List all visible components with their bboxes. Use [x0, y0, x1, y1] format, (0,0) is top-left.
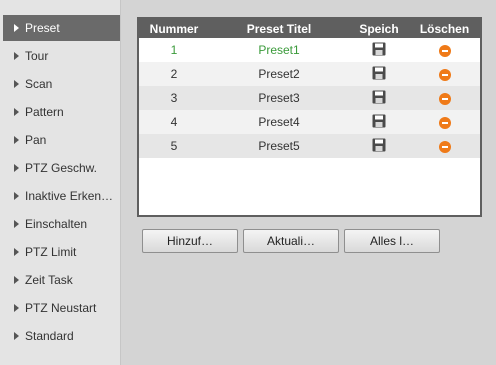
sidebar-item-idle-motion[interactable]: Inaktive Erken…	[0, 182, 120, 210]
sidebar-item-label: Pattern	[25, 105, 64, 119]
chevron-right-icon	[14, 108, 19, 116]
column-header-save: Speich	[359, 21, 399, 36]
chevron-right-icon	[14, 192, 19, 200]
floppy-disk-icon[interactable]	[372, 42, 386, 59]
chevron-right-icon	[14, 248, 19, 256]
preset-number: 3	[139, 86, 209, 110]
floppy-disk-icon[interactable]	[372, 114, 386, 131]
preset-title: Preset3	[209, 86, 349, 110]
chevron-right-icon	[14, 304, 19, 312]
minus-circle-icon[interactable]	[438, 116, 451, 129]
delete-all-button[interactable]: Alles l…	[344, 229, 440, 253]
sidebar-item-pan[interactable]: Pan	[0, 126, 120, 154]
chevron-right-icon	[14, 220, 19, 228]
preset-number: 5	[139, 134, 209, 158]
preset-number: 2	[139, 62, 209, 86]
sidebar-item-label: Tour	[25, 49, 49, 63]
sidebar-item-label: PTZ Neustart	[25, 301, 97, 315]
chevron-right-icon	[14, 52, 19, 60]
preset-number: 4	[139, 110, 209, 134]
minus-circle-icon[interactable]	[438, 68, 451, 81]
table-header-row: Nummer Preset Titel Speich Löschen	[139, 19, 480, 38]
sidebar-item-label: Einschalten	[25, 217, 88, 231]
floppy-disk-icon[interactable]	[372, 66, 386, 83]
sidebar-item-label: Scan	[25, 77, 53, 91]
chevron-right-icon	[14, 80, 19, 88]
column-header-number: Nummer	[149, 21, 199, 36]
chevron-right-icon	[14, 136, 19, 144]
sidebar-item-label: Pan	[25, 133, 47, 147]
sidebar-item-scan[interactable]: Scan	[0, 70, 120, 98]
preset-table: Nummer Preset Titel Speich Löschen 1 Pre…	[139, 19, 480, 158]
sidebar-item-label: PTZ Geschw.	[25, 161, 98, 175]
add-button[interactable]: Hinzuf…	[142, 229, 238, 253]
sidebar: Preset Tour Scan Pattern Pan PTZ Geschw.…	[0, 0, 121, 365]
sidebar-item-time-task[interactable]: Zeit Task	[0, 266, 120, 294]
sidebar-item-preset[interactable]: Preset	[3, 15, 120, 41]
column-header-delete: Löschen	[419, 21, 470, 36]
preset-number: 1	[139, 38, 209, 62]
sidebar-item-label: Standard	[25, 329, 74, 343]
table-row[interactable]: 4 Preset4	[139, 110, 480, 134]
minus-circle-icon[interactable]	[438, 92, 451, 105]
table-row[interactable]: 3 Preset3	[139, 86, 480, 110]
sidebar-menu: Preset Tour Scan Pattern Pan PTZ Geschw.…	[0, 15, 120, 350]
preset-title: Preset2	[209, 62, 349, 86]
preset-title: Preset5	[209, 134, 349, 158]
floppy-disk-icon[interactable]	[372, 90, 386, 107]
table-row[interactable]: 1 Preset1	[139, 38, 480, 62]
sidebar-item-label: PTZ Limit	[25, 245, 77, 259]
minus-circle-icon[interactable]	[438, 44, 451, 57]
chevron-right-icon	[14, 164, 19, 172]
chevron-right-icon	[14, 332, 19, 340]
chevron-right-icon	[14, 276, 19, 284]
refresh-button[interactable]: Aktuali…	[243, 229, 339, 253]
sidebar-item-label: Preset	[25, 21, 60, 35]
sidebar-item-default[interactable]: Standard	[0, 322, 120, 350]
sidebar-item-ptz-speed[interactable]: PTZ Geschw.	[0, 154, 120, 182]
table-row[interactable]: 2 Preset2	[139, 62, 480, 86]
sidebar-item-pattern[interactable]: Pattern	[0, 98, 120, 126]
sidebar-item-label: Zeit Task	[25, 273, 73, 287]
floppy-disk-icon[interactable]	[372, 138, 386, 155]
preset-table-panel: Nummer Preset Titel Speich Löschen 1 Pre…	[137, 17, 482, 217]
column-header-title: Preset Titel	[246, 21, 312, 36]
sidebar-item-power-up[interactable]: Einschalten	[0, 210, 120, 238]
sidebar-item-label: Inaktive Erken…	[25, 189, 114, 203]
sidebar-item-tour[interactable]: Tour	[0, 42, 120, 70]
minus-circle-icon[interactable]	[438, 140, 451, 153]
preset-title: Preset1	[209, 38, 349, 62]
preset-title: Preset4	[209, 110, 349, 134]
sidebar-item-ptz-restart[interactable]: PTZ Neustart	[0, 294, 120, 322]
chevron-right-icon	[14, 24, 19, 32]
sidebar-item-ptz-limit[interactable]: PTZ Limit	[0, 238, 120, 266]
table-row[interactable]: 5 Preset5	[139, 134, 480, 158]
